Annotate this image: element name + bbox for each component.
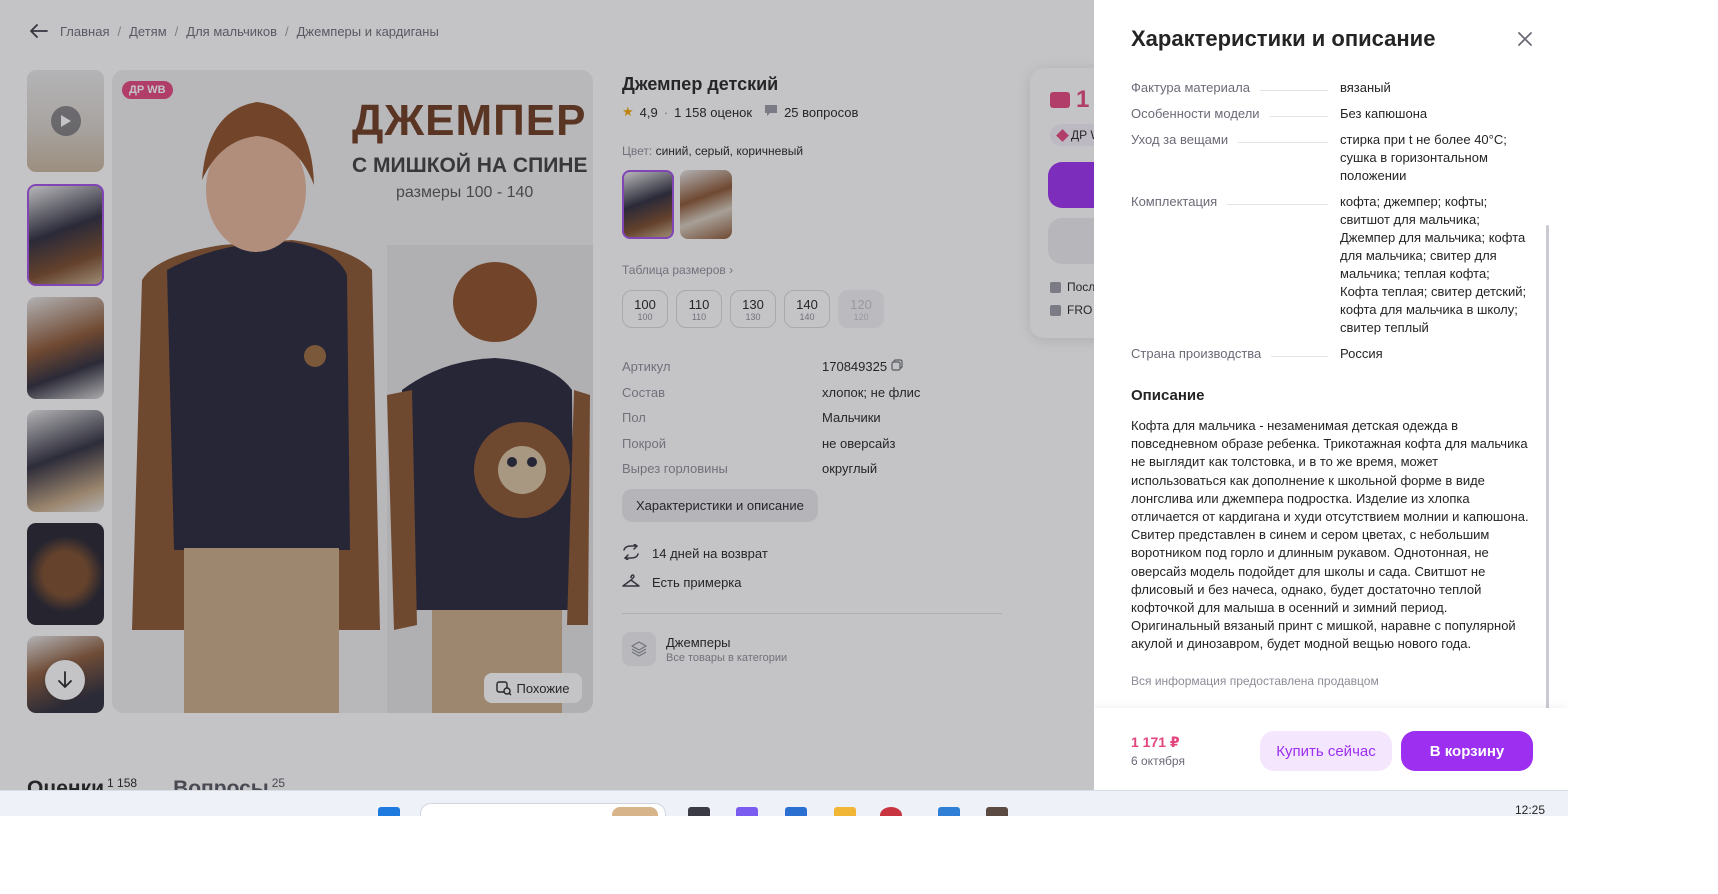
close-icon[interactable] xyxy=(1514,28,1536,50)
char-row: Комплектация кофта; джемпер; кофты; свитш… xyxy=(1131,193,1531,337)
char-row: Фактура материала вязаный xyxy=(1131,79,1531,97)
app-icon[interactable] xyxy=(986,807,1008,816)
search-highlight-icon xyxy=(612,807,658,816)
browser-icon[interactable] xyxy=(880,807,902,816)
char-value: Без капюшона xyxy=(1340,106,1428,121)
os-taskbar: 12:25 xyxy=(0,790,1568,816)
seller-disclaimer: Вся информация предоставлена продавцом xyxy=(1131,674,1379,688)
char-key: Комплектация xyxy=(1131,193,1340,337)
char-key-text: Комплектация xyxy=(1131,194,1218,209)
footer-price: 1 171 ₽ xyxy=(1131,734,1180,750)
panel-title: Характеристики и описание xyxy=(1131,26,1436,51)
taskbar-clock: 12:25 xyxy=(1515,803,1546,816)
task-view-icon[interactable] xyxy=(688,807,710,816)
char-leader xyxy=(1269,116,1328,117)
char-leader xyxy=(1227,204,1328,205)
characteristics-panel: Характеристики и описание Фактура матери… xyxy=(1094,0,1568,790)
char-key: Особенности модели xyxy=(1131,105,1340,123)
explorer-icon[interactable] xyxy=(834,807,856,816)
char-value: кофта; джемпер; кофты; свитшот для мальч… xyxy=(1340,194,1527,335)
panel-scrollbar[interactable] xyxy=(1546,225,1549,710)
buy-now-button[interactable]: Купить сейчас xyxy=(1260,731,1392,771)
char-value: Россия xyxy=(1340,346,1383,361)
char-leader xyxy=(1259,90,1328,91)
char-value: стирка при t не более 40°С; сушка в гори… xyxy=(1340,132,1507,183)
char-key-text: Особенности модели xyxy=(1131,106,1260,121)
panel-footer: 1 171 ₽ 6 октября Купить сейчас В корзин… xyxy=(1094,708,1568,790)
char-key: Уход за вещами xyxy=(1131,131,1340,185)
copilot-icon[interactable] xyxy=(736,807,758,816)
char-key-text: Страна производства xyxy=(1131,346,1262,361)
characteristics-list: Фактура материала вязаный Особенности мод… xyxy=(1131,79,1531,371)
panel-body: Фактура материала вязаный Особенности мод… xyxy=(1131,60,1531,702)
start-icon[interactable] xyxy=(378,807,400,816)
char-key: Страна производства xyxy=(1131,345,1340,363)
char-leader xyxy=(1271,356,1328,357)
char-row: Особенности модели Без капюшона xyxy=(1131,105,1531,123)
description-text: Кофта для мальчика - незаменимая детская… xyxy=(1131,418,1529,652)
footer-delivery-date: 6 октября xyxy=(1131,754,1185,768)
char-key-text: Фактура материала xyxy=(1131,80,1250,95)
modal-backdrop[interactable] xyxy=(0,0,1094,790)
char-value: вязаный xyxy=(1340,80,1391,95)
char-row: Страна производства Россия xyxy=(1131,345,1531,363)
char-row: Уход за вещами стирка при t не более 40°С… xyxy=(1131,131,1531,185)
add-to-cart-button[interactable]: В корзину xyxy=(1401,731,1533,771)
description-title: Описание xyxy=(1131,387,1205,404)
app-icon[interactable] xyxy=(938,807,960,816)
char-key-text: Уход за вещами xyxy=(1131,132,1229,147)
char-leader xyxy=(1238,142,1328,143)
char-key: Фактура материала xyxy=(1131,79,1340,97)
store-icon[interactable] xyxy=(785,807,807,816)
